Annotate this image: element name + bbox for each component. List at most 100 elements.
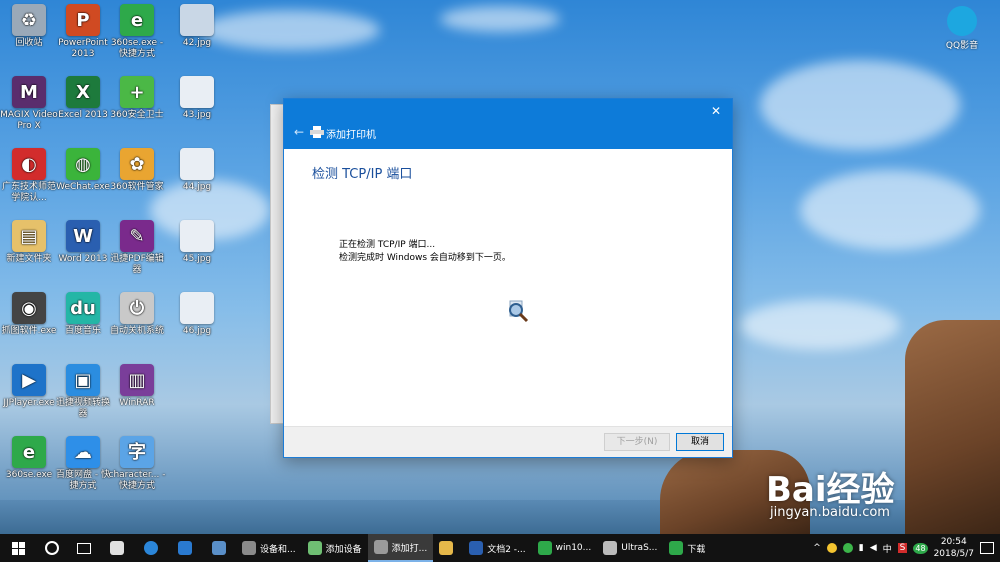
printer-icon <box>310 126 324 138</box>
system-tray: ^ ▮ ◀ 中 S 48 20:54 2018/5/7 <box>813 534 1000 562</box>
desktop-icon-label: Excel 2013 <box>58 110 108 120</box>
taskbar-item-label: 文档2 -... <box>487 544 526 555</box>
desktop-icon-label: 44.jpg <box>182 182 212 192</box>
desktop-icon[interactable]: 45.jpg <box>166 220 228 265</box>
desktop-icon[interactable]: X Excel 2013 <box>52 76 114 121</box>
cancel-button[interactable]: 取消 <box>676 433 724 451</box>
app-icon <box>537 541 552 555</box>
desktop-icon-image: ▤ <box>12 220 46 252</box>
taskbar-window-item[interactable]: 设备和... <box>236 534 302 562</box>
desktop-icon-image: e <box>120 4 154 36</box>
desktop-icon-image <box>180 292 214 324</box>
pinned-app-2[interactable] <box>202 534 236 562</box>
taskbar-window-item[interactable]: 添加设备 <box>302 534 368 562</box>
taskbar-windows: 设备和... 添加设备 添加打... 文档2 -... win10... UltraS..… <box>236 534 711 562</box>
desktop-icon[interactable]: ▶ JJPlayer.exe <box>0 364 60 409</box>
desktop-icon-label: WinRAR <box>119 398 155 408</box>
desktop-icon-label: 迅捷视频转换器 <box>55 398 110 419</box>
desktop-icon[interactable]: ▤ 新建文件夹 <box>0 220 60 265</box>
desktop-icon[interactable]: du 百度音乐 <box>52 292 114 337</box>
app-icon <box>603 541 618 555</box>
app-icon <box>110 541 124 555</box>
task-view-button[interactable] <box>68 534 100 562</box>
desktop-icon-label: 百度网盘 - 快捷方式 <box>56 470 110 491</box>
taskbar-item-label: 添加设备 <box>325 544 362 555</box>
desktop-icon-image <box>180 220 214 252</box>
taskbar: 设备和... 添加设备 添加打... 文档2 -... win10... UltraS..… <box>0 534 1000 562</box>
tray-360-icon[interactable] <box>842 543 853 553</box>
desktop-icon-label: 360安全卫士 <box>110 110 164 120</box>
desktop-icon-label: PowerPoint 2013 <box>58 38 108 59</box>
pinned-app-1[interactable] <box>100 534 134 562</box>
app-icon <box>373 540 388 554</box>
desktop-icon[interactable]: ⏻ 自动关机系统 <box>106 292 168 337</box>
desktop-icon-label: 自动关机系统 <box>109 326 164 336</box>
tray-app-icon[interactable] <box>826 543 837 553</box>
back-arrow-icon[interactable]: ← <box>294 125 304 139</box>
search-button[interactable] <box>36 534 68 562</box>
chevron-up-icon[interactable]: ^ <box>813 543 821 553</box>
desktop-icon-image: ♻ <box>12 4 46 36</box>
taskbar-window-item[interactable]: UltraS... <box>597 534 663 562</box>
sogou-icon[interactable]: S <box>897 543 908 553</box>
desktop-icon-image: du <box>66 292 100 324</box>
desktop-icon[interactable]: P PowerPoint 2013 <box>52 4 114 60</box>
taskbar-item-label: UltraS... <box>621 543 658 553</box>
desktop-icon[interactable]: ◍ WeChat.exe <box>52 148 114 193</box>
desktop-icon[interactable]: e 360se.exe - 快捷方式 <box>106 4 168 60</box>
notification-badge[interactable]: 48 <box>913 542 928 554</box>
desktop-icon-image: ▶ <box>12 364 46 396</box>
desktop-icon-image: ◉ <box>12 292 46 324</box>
desktop-icon-image: M <box>12 76 46 108</box>
desktop-icon[interactable]: 字 character... - 快捷方式 <box>106 436 168 492</box>
close-icon[interactable]: ✕ <box>708 103 724 119</box>
desktop-icon[interactable]: 43.jpg <box>166 76 228 121</box>
desktop-icon[interactable]: ♻ 回收站 <box>0 4 60 49</box>
desktop-icon[interactable]: 46.jpg <box>166 292 228 337</box>
desktop-icon-image: e <box>12 436 46 468</box>
ime-indicator[interactable]: 中 <box>883 542 892 555</box>
desktop-icon-qq[interactable]: QQ影音 <box>940 6 984 51</box>
desktop-icon[interactable]: ☁ 百度网盘 - 快捷方式 <box>52 436 114 492</box>
start-button[interactable] <box>0 534 36 562</box>
status-message-detail: 检测完成时 Windows 会自动移到下一页。 <box>339 253 511 263</box>
desktop-icon[interactable]: e 360se.exe <box>0 436 60 481</box>
desktop-icon-label: Word 2013 <box>58 254 108 264</box>
desktop-icon[interactable]: ◐ 广东技术师范学院认... <box>0 148 60 204</box>
desktop-icon-image: ▣ <box>66 364 100 396</box>
desktop-icon[interactable]: 44.jpg <box>166 148 228 193</box>
volume-icon[interactable]: ◀ <box>870 543 877 553</box>
desktop-icon-image: 字 <box>120 436 154 468</box>
taskbar-window-item[interactable]: win10... <box>532 534 598 562</box>
desktop-icon[interactable]: ◉ 抓图软件.exe <box>0 292 60 337</box>
taskbar-window-item[interactable]: 文档2 -... <box>463 534 531 562</box>
desktop-icon[interactable]: M MAGIX Video Pro X <box>0 76 60 132</box>
desktop-icon[interactable]: ▣ 迅捷视频转换器 <box>52 364 114 420</box>
desktop-icon-image: W <box>66 220 100 252</box>
action-center-icon[interactable] <box>980 542 994 554</box>
desktop-icon[interactable]: W Word 2013 <box>52 220 114 265</box>
app-icon <box>242 541 256 555</box>
desktop-icon[interactable]: 42.jpg <box>166 4 228 49</box>
desktop-icon[interactable]: +360安全卫士 <box>106 76 168 121</box>
taskbar-window-item[interactable]: 添加打... <box>367 534 434 562</box>
desktop-icon-label: QQ影音 <box>945 41 979 51</box>
pinned-edge[interactable] <box>134 534 168 562</box>
network-icon[interactable]: ▮ <box>859 543 864 553</box>
app-icon <box>307 541 322 555</box>
clock[interactable]: 20:54 2018/5/7 <box>934 536 974 560</box>
pinned-store[interactable] <box>168 534 202 562</box>
taskbar-window-item[interactable]: 下载 <box>663 534 711 562</box>
next-button[interactable]: 下一步(N) <box>604 433 670 451</box>
desktop-icon[interactable]: ✿ 360软件管家 <box>106 148 168 193</box>
desktop-icon-image: ▥ <box>120 364 154 396</box>
dialog-title: 添加打印机 <box>326 130 376 141</box>
cortana-circle-icon <box>45 541 59 555</box>
desktop-icon[interactable]: ▥ WinRAR <box>106 364 168 409</box>
desktop-icon-label: MAGIX Video Pro X <box>0 110 58 131</box>
desktop-icon[interactable]: ✎ 迅捷PDF编辑器 <box>106 220 168 276</box>
taskbar-window-item[interactable] <box>433 534 463 562</box>
page-heading: 检测 TCP/IP 端口 <box>312 167 413 182</box>
dialog-titlebar[interactable]: ✕ ← 添加打印机 <box>284 99 732 149</box>
windows-logo-icon <box>11 541 25 555</box>
